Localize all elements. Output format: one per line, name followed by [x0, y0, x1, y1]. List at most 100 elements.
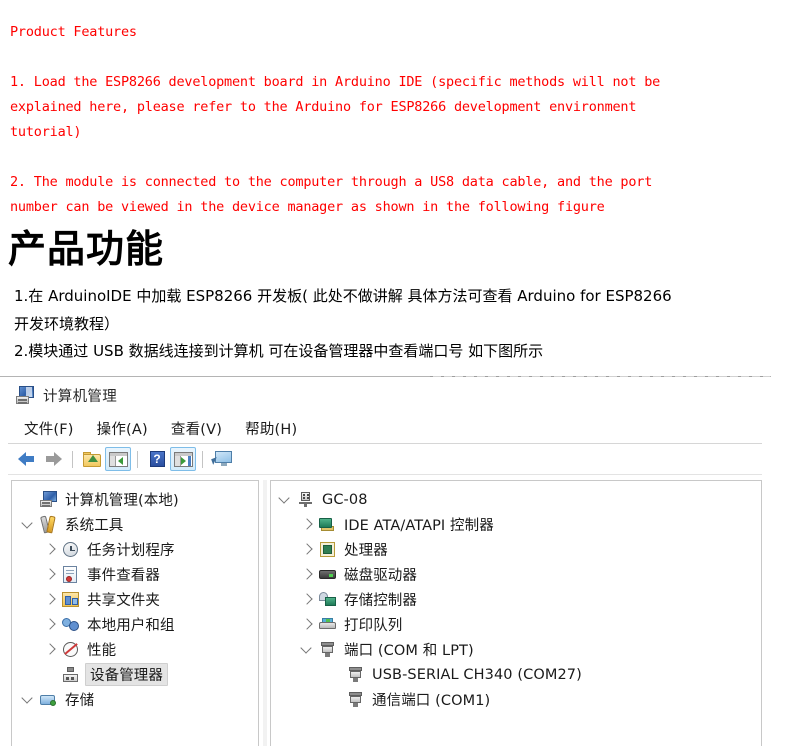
feature-1-line-1: 1. Load the ESP8266 development board in… — [10, 74, 661, 90]
feature-2-line-1: 2. The module is connected to the comput… — [10, 174, 653, 190]
chinese-feature-1-line-1: 1.在 ArduinoIDE 中加载 ESP8266 开发板( 此处不做讲解 具… — [14, 287, 672, 305]
chevron-right-icon[interactable] — [42, 562, 60, 587]
toolbar: ? — [0, 444, 771, 474]
ide-controller-icon — [317, 515, 339, 535]
tree-item-device-manager[interactable]: 设备管理器 — [12, 662, 258, 687]
console-tree-pane[interactable]: 计算机管理(本地) 系统工具 任务计划程序 事件查看器 共享文件夹 本地用户和组… — [11, 480, 259, 746]
product-features-section: Product Features 1. Load the ESP8266 dev… — [10, 20, 778, 220]
computer-management-icon — [16, 386, 35, 404]
toolbar-separator — [72, 450, 73, 468]
event-viewer-icon — [60, 565, 82, 585]
tree-item-task-scheduler[interactable]: 任务计划程序 — [12, 537, 258, 562]
toolbar-help-button[interactable]: ? — [144, 447, 170, 471]
device-node-ide-controllers[interactable]: IDE ATA/ATAPI 控制器 — [271, 512, 761, 537]
tree-item-label-selected: 设备管理器 — [85, 663, 168, 686]
toolbar-forward-button[interactable] — [40, 447, 66, 471]
chinese-feature-1-line-2: 开发环境教程） — [14, 314, 120, 333]
menu-item-file[interactable]: 文件(F) — [17, 415, 81, 442]
device-node-ports[interactable]: 端口 (COM 和 LPT) — [271, 637, 761, 662]
menu-item-view[interactable]: 查看(V) — [164, 415, 229, 442]
feature-1-line-2: explained here, please refer to the Ardu… — [10, 99, 637, 115]
chevron-down-icon[interactable] — [277, 487, 295, 512]
disk-drive-icon — [317, 565, 339, 585]
no-toggle — [20, 487, 38, 512]
chevron-down-icon[interactable] — [20, 687, 38, 712]
device-node-label: 端口 (COM 和 LPT) — [344, 643, 474, 659]
menu-item-action[interactable]: 操作(A) — [90, 415, 155, 442]
local-users-groups-icon — [60, 615, 82, 635]
device-node-label: USB-SERIAL CH340 (COM27) — [372, 666, 582, 683]
task-scheduler-icon — [60, 540, 82, 560]
window-title: 计算机管理 — [43, 388, 117, 405]
shared-folders-icon — [60, 590, 82, 610]
show-hide-console-tree-icon — [108, 451, 128, 467]
chevron-right-icon[interactable] — [299, 537, 317, 562]
device-node-disk-drives[interactable]: 磁盘驱动器 — [271, 562, 761, 587]
pane-splitter[interactable] — [263, 480, 267, 746]
chevron-right-icon[interactable] — [42, 537, 60, 562]
forward-arrow-icon — [43, 451, 63, 467]
storage-icon — [38, 690, 60, 710]
help-icon: ? — [149, 451, 165, 467]
device-manager-pane[interactable]: GC-08 IDE ATA/ATAPI 控制器 处理器 磁盘驱动器 存储控制器 … — [270, 480, 762, 746]
device-node-storage-controllers[interactable]: 存储控制器 — [271, 587, 761, 612]
folder-up-icon — [83, 451, 101, 467]
port-device-icon — [345, 665, 367, 685]
toolbar-show-console-tree-button[interactable] — [105, 447, 131, 471]
feature-1-line-3: tutorial) — [10, 124, 82, 140]
computer-management-window: 计算机管理 文件(F) 操作(A) 查看(V) 帮助(H) ? 计算机管理(本地… — [0, 376, 771, 746]
chevron-right-icon[interactable] — [42, 612, 60, 637]
device-node-label: 打印队列 — [344, 618, 403, 634]
product-features-heading: Product Features — [10, 24, 137, 40]
tree-item-performance[interactable]: 性能 — [12, 637, 258, 662]
back-arrow-icon — [17, 451, 37, 467]
chinese-heading: 产品功能 — [8, 227, 165, 271]
chevron-right-icon[interactable] — [299, 512, 317, 537]
tree-item-local-users-groups[interactable]: 本地用户和组 — [12, 612, 258, 637]
chinese-body-section: 1.在 ArduinoIDE 中加载 ESP8266 开发板( 此处不做讲解 具… — [14, 283, 790, 366]
device-node-label: 处理器 — [344, 543, 388, 559]
tree-item-label: 存储 — [65, 693, 95, 709]
chevron-right-icon[interactable] — [299, 587, 317, 612]
toolbar-back-button[interactable] — [14, 447, 40, 471]
chevron-right-icon[interactable] — [42, 587, 60, 612]
tree-item-label: 性能 — [87, 643, 117, 659]
device-node-label: 存储控制器 — [344, 593, 417, 609]
menu-item-help[interactable]: 帮助(H) — [238, 415, 304, 442]
toolbar-up-one-level-button[interactable] — [79, 447, 105, 471]
chevron-right-icon[interactable] — [299, 562, 317, 587]
tree-item-shared-folders[interactable]: 共享文件夹 — [12, 587, 258, 612]
toolbar-divider — [8, 474, 762, 475]
chevron-down-icon[interactable] — [20, 512, 38, 537]
toolbar-separator — [202, 450, 203, 468]
device-node-print-queues[interactable]: 打印队列 — [271, 612, 761, 637]
toolbar-display-button[interactable] — [209, 447, 235, 471]
tree-item-event-viewer[interactable]: 事件查看器 — [12, 562, 258, 587]
tree-item-computer-management[interactable]: 计算机管理(本地) — [12, 487, 258, 512]
device-tree: GC-08 IDE ATA/ATAPI 控制器 处理器 磁盘驱动器 存储控制器 … — [271, 481, 761, 712]
device-node-label: 磁盘驱动器 — [344, 568, 417, 584]
chevron-down-icon[interactable] — [299, 637, 317, 662]
tree-item-storage[interactable]: 存储 — [12, 687, 258, 712]
tree-item-system-tools[interactable]: 系统工具 — [12, 512, 258, 537]
feature-2-line-2: number can be viewed in the device manag… — [10, 199, 605, 215]
show-hide-action-pane-icon — [173, 451, 193, 467]
chevron-right-icon[interactable] — [42, 637, 60, 662]
computer-management-icon — [38, 490, 60, 510]
device-node-communications-port[interactable]: 通信端口 (COM1) — [271, 687, 761, 712]
chevron-right-icon[interactable] — [299, 612, 317, 637]
device-node-computer[interactable]: GC-08 — [271, 487, 761, 512]
toolbar-separator — [137, 450, 138, 468]
toolbar-show-action-pane-button[interactable] — [170, 447, 196, 471]
menubar: 文件(F) 操作(A) 查看(V) 帮助(H) — [0, 413, 771, 443]
device-node-label: GC-08 — [322, 491, 368, 508]
device-node-usb-serial-ch340[interactable]: USB-SERIAL CH340 (COM27) — [271, 662, 761, 687]
processor-icon — [317, 540, 339, 560]
performance-icon — [60, 640, 82, 660]
port-device-icon — [345, 690, 367, 710]
device-node-processors[interactable]: 处理器 — [271, 537, 761, 562]
print-queue-icon — [317, 615, 339, 635]
storage-controller-icon — [317, 590, 339, 610]
